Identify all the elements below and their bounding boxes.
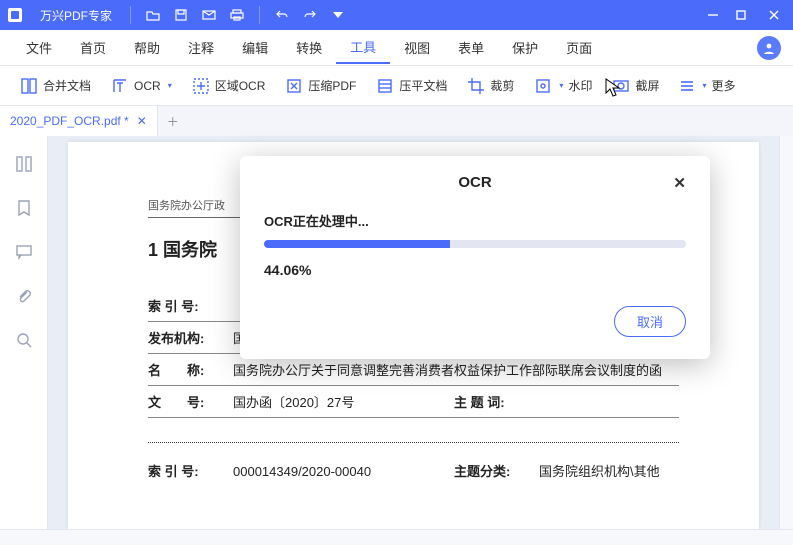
tool-watermark-label: 水印 <box>568 77 592 94</box>
menu-tools[interactable]: 工具 <box>336 31 390 64</box>
menu-help[interactable]: 帮助 <box>120 32 174 63</box>
tool-ocr[interactable]: OCR ▾ <box>101 73 182 99</box>
maximize-icon[interactable] <box>727 1 755 29</box>
cancel-button[interactable]: 取消 <box>614 306 686 337</box>
tool-screenshot[interactable]: 截屏 <box>602 73 669 99</box>
horizontal-scrollbar[interactable] <box>0 529 793 545</box>
tool-crop-label: 裁剪 <box>490 77 514 94</box>
dialog-status-text: OCR正在处理中... <box>264 211 686 230</box>
open-icon[interactable] <box>139 1 167 29</box>
menu-protect[interactable]: 保护 <box>498 32 552 63</box>
menu-annotate[interactable]: 注释 <box>174 32 228 63</box>
tool-more-label: 更多 <box>711 77 735 94</box>
field-label: 索 引 号: <box>148 461 233 480</box>
app-logo <box>0 0 30 30</box>
tool-crop[interactable]: 裁剪 <box>457 73 524 99</box>
chevron-down-icon: ▾ <box>702 81 706 90</box>
field-value: 国务院办公厅关于同意调整完善消费者权益保护工作部际联席会议制度的函 <box>233 360 679 379</box>
menu-bar: 文件 首页 帮助 注释 编辑 转换 工具 视图 表单 保护 页面 <box>0 30 793 66</box>
field-label: 文 号: <box>148 392 233 411</box>
menu-pages[interactable]: 页面 <box>552 32 606 63</box>
document-tab[interactable]: 2020_PDF_OCR.pdf * ✕ <box>0 106 158 136</box>
print-icon[interactable] <box>223 1 251 29</box>
field-label: 发布机构: <box>148 328 233 347</box>
dialog-title: OCR <box>458 174 491 191</box>
quick-dropdown-icon[interactable] <box>324 1 352 29</box>
progress-fill <box>264 240 450 248</box>
dialog-close-icon[interactable]: ✕ <box>673 174 686 192</box>
user-avatar[interactable] <box>757 36 781 60</box>
minimize-icon[interactable] <box>699 1 727 29</box>
field-label: 名 称: <box>148 360 233 379</box>
tool-overflow[interactable]: ▾ 更多 <box>669 73 745 98</box>
bookmark-icon[interactable] <box>14 198 34 218</box>
menu-convert[interactable]: 转换 <box>282 32 336 63</box>
tab-bar: 2020_PDF_OCR.pdf * ✕ ＋ <box>0 106 793 136</box>
tool-merge-label: 合并文档 <box>43 77 91 94</box>
toolbar: 合并文档 OCR ▾ 区域OCR 压缩PDF 压平文档 裁剪 ▾ 水印 截屏 ▾… <box>0 66 793 106</box>
page-header-left: 国务院办公厅政 <box>148 197 225 213</box>
title-bar: 万兴PDF专家 <box>0 0 793 30</box>
tool-compress[interactable]: 压缩PDF <box>275 73 366 99</box>
search-icon[interactable] <box>14 330 34 350</box>
menu-home[interactable]: 首页 <box>66 32 120 63</box>
tool-watermark[interactable]: ▾ 水印 <box>524 73 602 99</box>
separator <box>130 6 131 24</box>
undo-icon[interactable] <box>268 1 296 29</box>
field-value: 国务院组织机构\其他 <box>539 461 679 480</box>
progress-percent: 44.06% <box>264 262 686 278</box>
menu-file[interactable]: 文件 <box>12 32 66 63</box>
field-label: 索 引 号: <box>148 296 233 315</box>
menu-view[interactable]: 视图 <box>390 32 444 63</box>
tool-ocr-label: OCR <box>134 79 161 93</box>
mail-icon[interactable] <box>195 1 223 29</box>
tool-zone-ocr[interactable]: 区域OCR <box>182 73 276 99</box>
field-value: 国办函〔2020〕27号 <box>233 392 434 411</box>
attachment-icon[interactable] <box>14 286 34 306</box>
tab-label: 2020_PDF_OCR.pdf * <box>10 114 129 128</box>
save-icon[interactable] <box>167 1 195 29</box>
tool-screenshot-label: 截屏 <box>635 77 659 94</box>
tab-close-icon[interactable]: ✕ <box>137 114 147 128</box>
menu-edit[interactable]: 编辑 <box>228 32 282 63</box>
comments-icon[interactable] <box>14 242 34 262</box>
field-value: 000014349/2020-00040 <box>233 464 434 479</box>
chevron-down-icon: ▾ <box>168 81 172 90</box>
tool-merge[interactable]: 合并文档 <box>10 73 101 99</box>
new-tab-button[interactable]: ＋ <box>158 106 188 136</box>
tool-zone-ocr-label: 区域OCR <box>215 77 266 94</box>
field-label: 主 题 词: <box>454 392 539 411</box>
divider <box>148 442 679 443</box>
menu-forms[interactable]: 表单 <box>444 32 498 63</box>
sidebar <box>0 136 48 529</box>
separator <box>259 6 260 24</box>
chevron-down-icon: ▾ <box>559 81 563 90</box>
tool-flatten[interactable]: 压平文档 <box>366 73 457 99</box>
field-label: 主题分类: <box>454 461 539 480</box>
close-window-icon[interactable] <box>755 1 793 29</box>
tool-flatten-label: 压平文档 <box>399 77 447 94</box>
thumbnails-icon[interactable] <box>14 154 34 174</box>
tool-compress-label: 压缩PDF <box>308 77 356 94</box>
redo-icon[interactable] <box>296 1 324 29</box>
app-title: 万兴PDF专家 <box>30 7 122 24</box>
vertical-scrollbar[interactable] <box>779 136 793 529</box>
ocr-progress-dialog: OCR ✕ OCR正在处理中... 44.06% 取消 <box>240 156 710 359</box>
progress-bar <box>264 240 686 248</box>
